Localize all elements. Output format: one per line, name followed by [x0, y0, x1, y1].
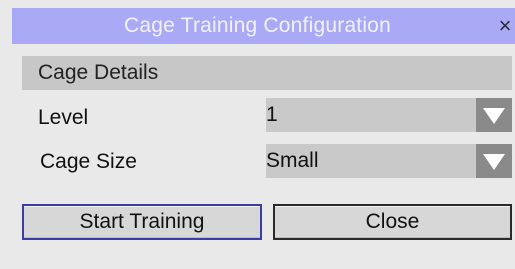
- level-label: Level: [38, 106, 89, 129]
- window-title: Cage Training Configuration: [124, 14, 391, 37]
- level-value: 1: [266, 103, 278, 126]
- start-training-button[interactable]: Start Training: [22, 204, 262, 240]
- level-dropdown[interactable]: 1: [266, 98, 512, 132]
- cage-size-value: Small: [266, 149, 319, 172]
- section-title: Cage Details: [38, 61, 159, 84]
- section-header: Cage Details: [22, 56, 512, 90]
- close-icon[interactable]: ×: [493, 14, 515, 38]
- close-button[interactable]: Close: [273, 204, 512, 240]
- cage-size-label: Cage Size: [40, 150, 137, 173]
- cage-size-dropdown[interactable]: Small: [266, 144, 512, 178]
- configuration-panel: Cage Details Level 1 Cage Size Small Sta…: [12, 44, 515, 269]
- chevron-down-icon[interactable]: [476, 98, 512, 132]
- chevron-down-icon[interactable]: [476, 144, 512, 178]
- title-bar: Cage Training Configuration ×: [12, 8, 515, 44]
